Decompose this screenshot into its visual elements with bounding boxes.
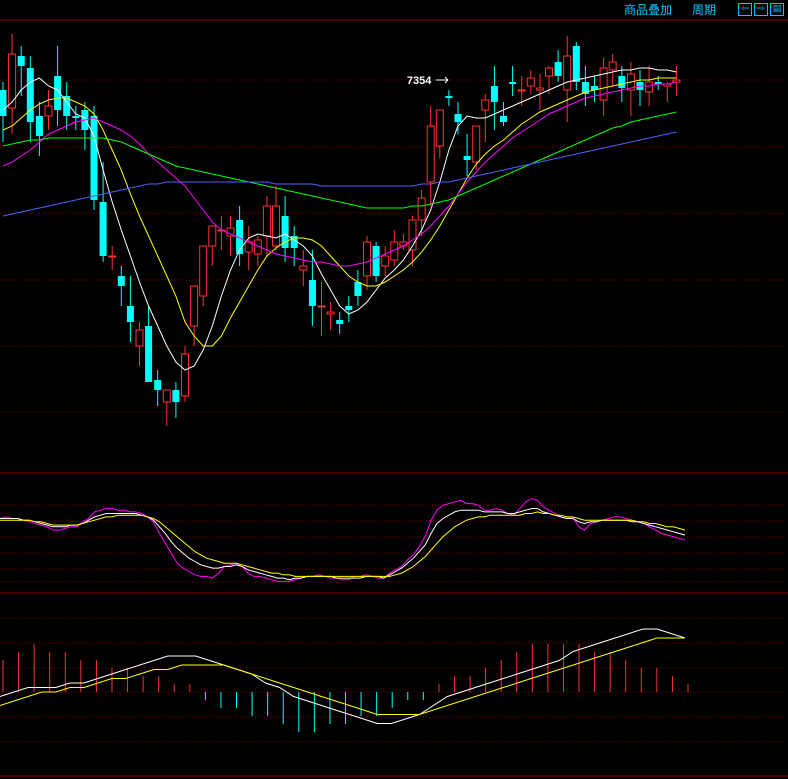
peak-price-label: 7354 <box>407 75 432 87</box>
candle-body-down <box>117 276 125 286</box>
candle-body-up <box>672 79 681 83</box>
period-button[interactable]: 周期 <box>692 2 716 18</box>
candle-body-up <box>481 99 490 111</box>
candle-body-up <box>299 265 308 271</box>
candle-body-up <box>262 205 271 237</box>
price-panel <box>0 34 681 426</box>
top-toolbar: 商品叠加 周期 ⇦ ⇨ ▤ <box>0 0 788 20</box>
candle-body-down <box>500 116 507 122</box>
candle-body-up <box>426 125 435 183</box>
candle-body-down <box>509 82 517 84</box>
candle-body-up <box>563 55 572 91</box>
candle-body-down <box>0 90 7 116</box>
candle-body-down <box>554 62 562 76</box>
candle-body-up <box>199 245 208 297</box>
candle-body-down <box>345 306 353 310</box>
candle-body-down <box>454 114 462 122</box>
macd-line <box>0 637 685 715</box>
candle-body-up <box>417 197 426 221</box>
candle-body-down <box>154 380 162 390</box>
candle-body-up <box>535 87 544 91</box>
candle-body-up <box>435 109 444 147</box>
candle-body-up <box>381 255 390 267</box>
candle-body-down <box>618 76 626 88</box>
candle-body-up <box>472 125 481 163</box>
oscillator-line <box>0 511 686 577</box>
candle-body-up <box>363 241 371 277</box>
candle-body-up <box>517 89 526 92</box>
candle-body-up <box>135 329 144 347</box>
candle-body-down <box>445 96 453 98</box>
macd-panel <box>0 628 689 732</box>
candle-body-down <box>35 116 43 136</box>
candle-body-up <box>608 61 617 71</box>
candle-body-down <box>490 86 498 102</box>
overlay-button[interactable]: 商品叠加 <box>624 2 672 18</box>
candle-body-up <box>44 105 53 117</box>
candle-body-down <box>336 320 344 324</box>
candle-body-up <box>272 205 280 247</box>
candle-body-up <box>162 389 171 403</box>
candle-body-down <box>99 202 107 256</box>
candle-body-up <box>108 255 117 258</box>
candle-body-up <box>326 311 335 315</box>
candle-body-down <box>463 156 471 160</box>
candle-body-down <box>354 282 362 296</box>
candle-body-up <box>190 285 199 327</box>
candle-body-down <box>126 306 134 322</box>
candle-body-down <box>172 390 180 402</box>
candle-body-down <box>90 116 98 200</box>
candle-body-up <box>645 81 654 93</box>
candle-body-down <box>572 46 580 82</box>
candle-body-down <box>145 326 153 382</box>
layout-button[interactable]: ▤ <box>770 3 784 16</box>
nav-right-button[interactable]: ⇨ <box>754 3 768 16</box>
candle-body-down <box>308 280 316 306</box>
candle-body-up <box>181 353 189 397</box>
candle-body-up <box>317 305 326 308</box>
candle-body-down <box>17 56 25 66</box>
candle-body-up <box>8 53 17 109</box>
candle-body-down <box>72 116 80 118</box>
candle-body-up <box>599 67 608 101</box>
nav-left-button[interactable]: ⇦ <box>738 3 752 16</box>
candle-body-up <box>208 225 217 247</box>
chart-canvas: 7354 <box>0 19 788 777</box>
candle-body-down <box>26 68 34 122</box>
candle-body-up <box>526 77 535 87</box>
candle-body-down <box>372 246 380 276</box>
candle-body-up <box>545 67 553 77</box>
